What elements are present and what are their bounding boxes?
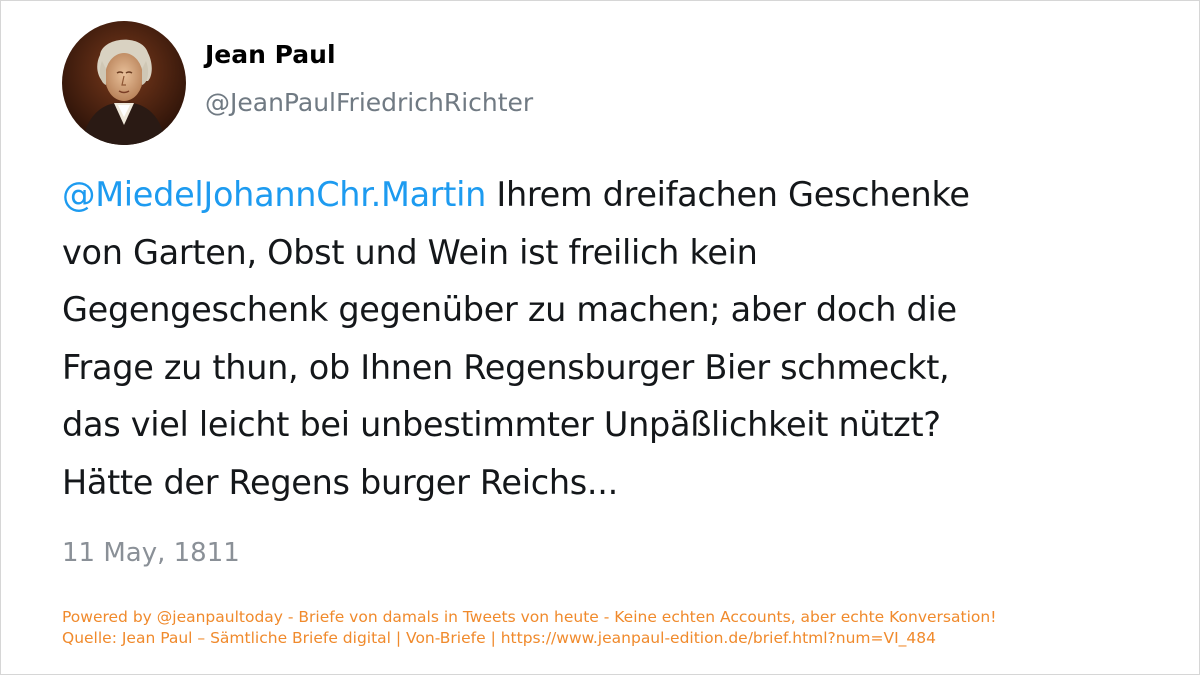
author-name[interactable]: Jean Paul bbox=[205, 40, 336, 69]
tweet-line-text: Ihrem dreifachen Geschenke bbox=[486, 175, 970, 214]
portrait-avatar-icon bbox=[62, 21, 186, 145]
footer-source: Quelle: Jean Paul – Sämtliche Briefe dig… bbox=[62, 629, 937, 647]
tweet-line: Hätte der Regens burger Reichs... bbox=[62, 462, 618, 502]
tweet-body: @MiedelJohannChr.Martin Ihrem dreifachen… bbox=[62, 166, 1172, 511]
tweet-line: Gegengeschenk gegenüber zu machen; aber … bbox=[62, 290, 957, 329]
mention-link[interactable]: @MiedelJohannChr.Martin bbox=[62, 175, 486, 214]
tweet-line: Frage zu thun, ob Ihnen Regensburger Bie… bbox=[62, 347, 950, 387]
tweet-line: das viel leicht bei unbestimmter Unpäßli… bbox=[62, 405, 941, 444]
author-handle[interactable]: @JeanPaulFriedrichRichter bbox=[205, 88, 533, 117]
footer-powered-by: Powered by @jeanpaultoday - Briefe von d… bbox=[62, 608, 997, 626]
avatar[interactable] bbox=[62, 21, 186, 145]
footer-credits: Powered by @jeanpaultoday - Briefe von d… bbox=[62, 607, 996, 649]
tweet-line: @MiedelJohannChr.Martin Ihrem dreifachen… bbox=[62, 166, 1172, 224]
tweet-line: von Garten, Obst und Wein ist freilich k… bbox=[62, 232, 758, 272]
tweet-date[interactable]: 11 May, 1811 bbox=[62, 538, 240, 568]
